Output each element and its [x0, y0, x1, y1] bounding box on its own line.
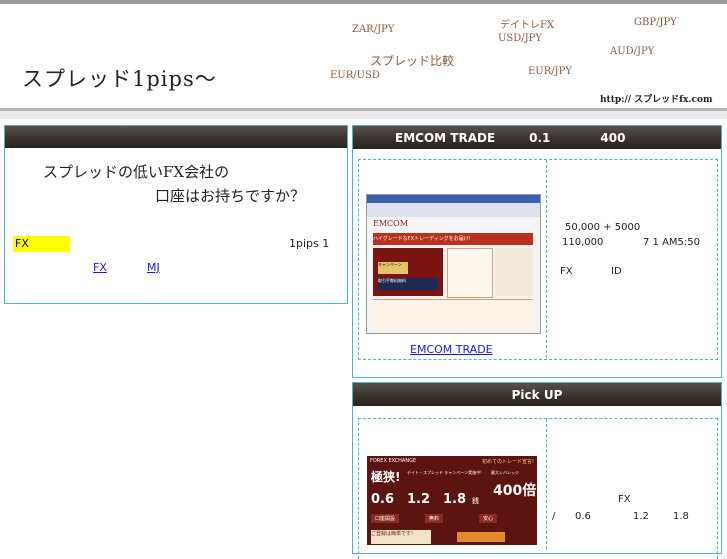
emcom-footer-area — [373, 299, 533, 330]
keyword-zar-jpy: ZAR/JPY — [352, 24, 395, 35]
pickup-value-1: 0.6 — [575, 511, 591, 522]
pickup-banner-item-2: 無料 — [425, 514, 444, 523]
emcom-line-2b: 7 1 AM5:50 — [643, 237, 701, 248]
pickup-value-3: 1.8 — [673, 511, 689, 522]
pickup-banner-item-1: 口座開設 — [371, 514, 400, 523]
pickup-banner-spread-1: 0.6 — [371, 492, 395, 507]
pickup-heading-bar: Pick UP — [353, 383, 721, 406]
pickup-banner-spread-2: 1.2 — [407, 492, 431, 507]
emcom-heading-value2: 400 — [600, 130, 626, 145]
pickup-value-2: 1.2 — [633, 511, 649, 522]
emcom-hero-right — [495, 248, 533, 296]
browser-titlebar — [367, 195, 540, 203]
pickup-dashed-divider — [546, 419, 547, 549]
question-line-2: 口座はお持ちですか？ — [155, 187, 306, 205]
keyword-eur-usd: EUR/USD — [330, 70, 380, 81]
pickup-banner-unit: 銭 — [472, 497, 479, 505]
pickup-banner-item-3: 安心 — [479, 514, 498, 523]
pickup-slash: / — [552, 511, 556, 522]
pickup-fx-label: FX — [618, 494, 631, 505]
emcom-banner: ハイグレードなFXトレーディングをお届け! — [373, 233, 533, 245]
header-shadow — [0, 111, 727, 119]
keyword-usd-jpy: USD/JPY — [498, 33, 543, 44]
emcom-dashed-divider — [546, 160, 547, 358]
pickup-banner-headline: 極狭! — [371, 470, 401, 484]
pickup-banner[interactable]: FOREX EXCHANGE 初めてのトレード宣言! 極狭! デイト・スプレッド… — [367, 456, 537, 545]
pickup-banner-spread-3: 1.8 — [443, 492, 467, 507]
emcom-heading-name: EMCOM TRADE — [395, 130, 496, 145]
keyword-daytrade-fx: デイトレFX — [500, 20, 555, 31]
question-line-1: スプレッドの低いFX会社の — [43, 163, 230, 181]
site-title[interactable]: スプレッド1pips～ — [22, 63, 217, 93]
emcom-heading-bar: EMCOM TRADE 0.1 400 — [353, 126, 721, 149]
pickup-banner-cta[interactable] — [457, 532, 505, 542]
pickup-banner-brand: FOREX EXCHANGE — [370, 458, 417, 464]
pips-text: 1pips 1 — [289, 237, 330, 250]
question-panel-bar — [5, 126, 347, 148]
site-header: スプレッド1pips～ ZAR/JPY デイトレFX GBP/JPY USD/J… — [0, 4, 727, 111]
emcom-hero-mid — [447, 248, 493, 298]
keyword-gbp-jpy: GBP/JPY — [634, 17, 677, 28]
emcom-line-3a: FX — [560, 266, 573, 277]
emcom-logo: EMCOM — [373, 219, 408, 228]
emcom-line-2a: 110,000 — [562, 237, 604, 248]
mj-link[interactable]: MJ — [147, 261, 199, 274]
keyword-aud-jpy: AUD/JPY — [610, 46, 655, 57]
emcom-link[interactable]: EMCOM TRADE — [410, 343, 494, 356]
emcom-badge-2: 取引手数料無料 — [378, 278, 438, 290]
pickup-banner-tag: 初めてのトレード宣言! — [481, 459, 534, 465]
question-panel: スプレッドの低いFX会社の 口座はお持ちですか？ FX 1pips 1 FX M… — [4, 125, 348, 304]
fx-link[interactable]: FX — [93, 261, 133, 274]
site-url[interactable]: http:// スプレッドfx.com — [600, 92, 713, 105]
emcom-badge-1: キャンペーン — [378, 262, 408, 274]
pickup-heading: Pick UP — [511, 387, 563, 402]
emcom-screenshot[interactable]: EMCOM ハイグレードなFXトレーディングをお届け! キャンペーン 取引手数料… — [366, 194, 541, 334]
emcom-heading-value1: 0.1 — [529, 130, 551, 145]
pickup-banner-note: ご登録は簡単です! — [371, 530, 431, 544]
pickup-banner-sub: デイト・スプレッド キャンペーン実施中! — [407, 470, 482, 475]
emcom-line-1: 50,000 + 5000 — [565, 222, 641, 233]
browser-toolbar — [367, 203, 540, 217]
keyword-eur-jpy: EUR/JPY — [528, 66, 572, 77]
highlight-label: FX — [13, 236, 70, 252]
pickup-banner-leverage: 400倍 — [493, 483, 537, 499]
keyword-spread-compare: スプレッド比較 — [370, 54, 455, 68]
emcom-hero-left: キャンペーン 取引手数料無料 — [373, 248, 443, 296]
emcom-line-3b: ID — [611, 266, 622, 277]
pickup-banner-leverage-label: 最大レバレッジ — [491, 470, 519, 475]
